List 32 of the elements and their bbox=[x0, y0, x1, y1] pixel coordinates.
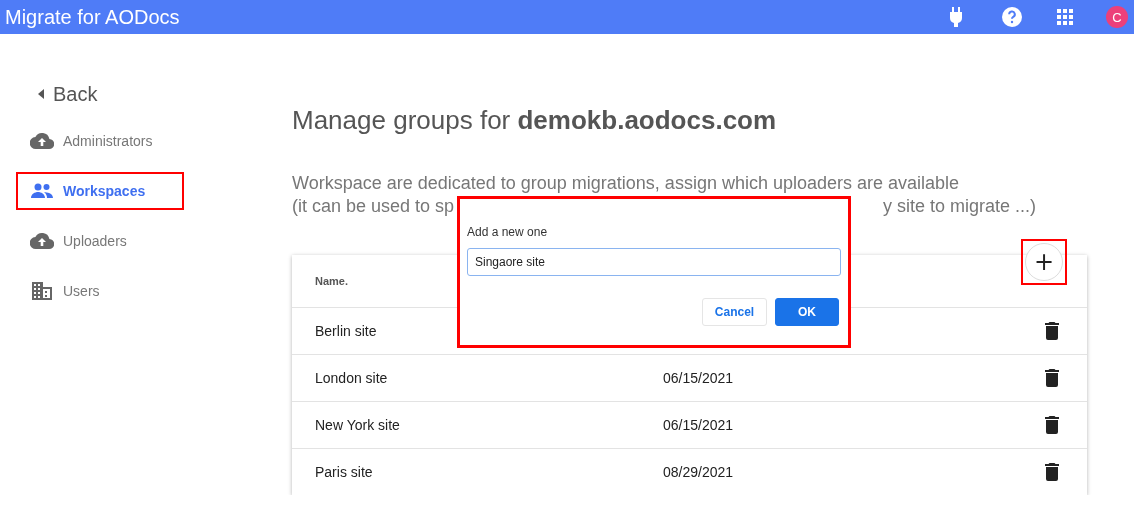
cancel-button[interactable]: Cancel bbox=[702, 298, 767, 326]
caret-icon bbox=[38, 89, 44, 99]
help-icon[interactable] bbox=[1000, 5, 1024, 29]
back-link[interactable]: Back bbox=[38, 82, 98, 106]
delete-icon[interactable] bbox=[1045, 416, 1059, 434]
app-title: Migrate for AODocs bbox=[4, 5, 180, 29]
description-text: (it can be used to sp bbox=[292, 195, 455, 218]
description-text: Workspace are dedicated to group migrations, assign which uploaders are available bbox=[292, 172, 961, 195]
delete-icon[interactable] bbox=[1045, 322, 1059, 340]
input-field[interactable]: Singaore site bbox=[467, 248, 841, 276]
description-text: y site to migrate ...) bbox=[882, 195, 1036, 218]
apps-grid-icon[interactable] bbox=[1056, 8, 1074, 26]
avatar[interactable]: C bbox=[1106, 6, 1128, 28]
field-label: Add a new one bbox=[467, 224, 549, 240]
table-cell-text: Berlin site bbox=[315, 323, 378, 339]
delete-icon[interactable] bbox=[1045, 369, 1059, 387]
building-icon bbox=[30, 279, 54, 303]
delete-icon[interactable] bbox=[1045, 463, 1059, 481]
ok-button[interactable]: OK bbox=[775, 298, 839, 326]
page-heading: Manage groups for demokb.aodocs.com bbox=[292, 104, 778, 136]
column-header: Name. bbox=[315, 275, 349, 287]
add-button[interactable]: + bbox=[1025, 243, 1063, 281]
sidebar-item[interactable]: Users bbox=[16, 272, 184, 310]
sidebar-item[interactable]: Workspaces bbox=[16, 172, 184, 210]
table-cell-text: 08/29/2021 bbox=[663, 464, 735, 480]
table-cell-text: London site bbox=[315, 370, 389, 386]
sidebar-item[interactable]: Administrators bbox=[16, 122, 184, 160]
sidebar-item[interactable]: Uploaders bbox=[16, 222, 184, 260]
table-cell-text: 06/15/2021 bbox=[663, 370, 735, 386]
table-cell-text: 06/15/2021 bbox=[663, 417, 735, 433]
table-cell-text: New York site bbox=[315, 417, 401, 433]
table-cell-text: Paris site bbox=[315, 464, 374, 480]
